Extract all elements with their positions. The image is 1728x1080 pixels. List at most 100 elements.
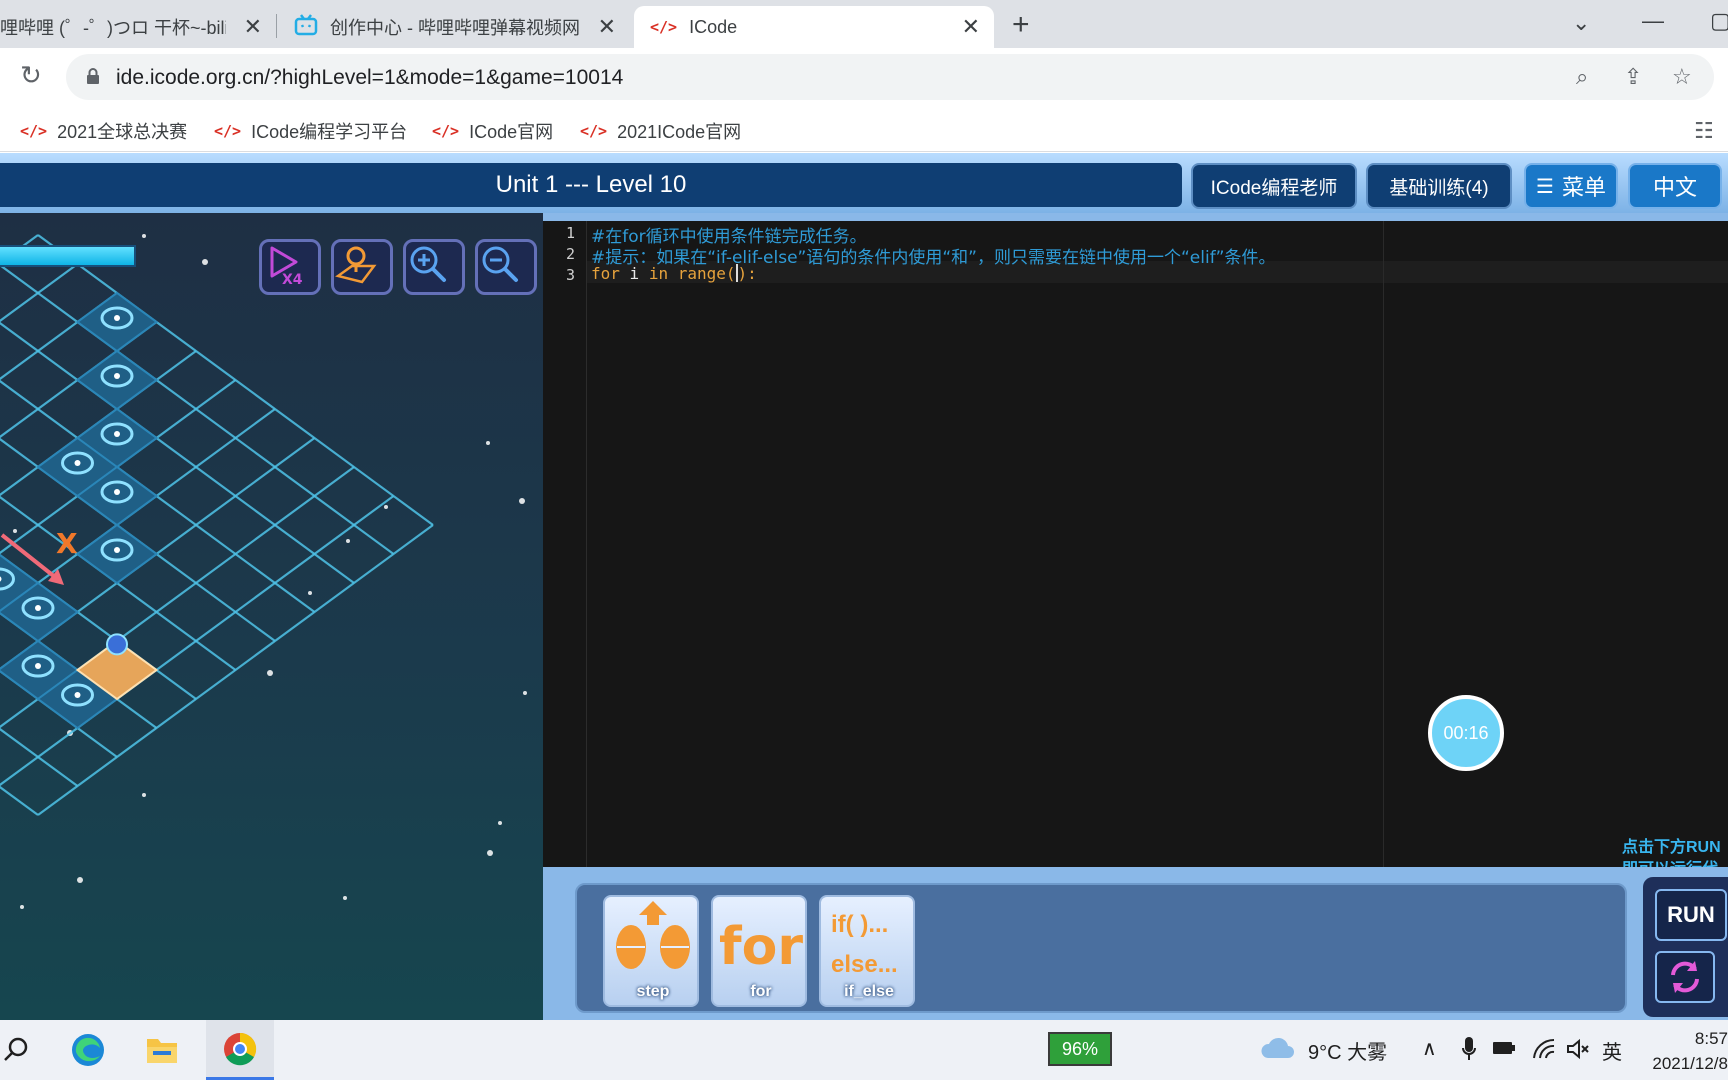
locate-button[interactable] xyxy=(331,239,393,295)
block-toolbar: step for for if( )... else... if_else RU… xyxy=(543,867,1728,1020)
language-button[interactable]: 中文 xyxy=(1628,163,1722,209)
tray-chevron-icon[interactable]: ∧ xyxy=(1422,1036,1437,1061)
menu-button[interactable]: ☰ 菜单 xyxy=(1524,163,1618,209)
star xyxy=(498,821,502,825)
block-label: for xyxy=(750,983,772,1000)
code-editor[interactable]: 1 2 3 #在for循环中使用条件链完成任务。 #提示：如果在“if-elif… xyxy=(543,221,1728,867)
reset-button[interactable] xyxy=(1655,951,1715,1003)
bookmark-label: 2021全球总决赛 xyxy=(57,122,188,142)
energy-tile xyxy=(75,349,159,411)
player-robot-icon xyxy=(106,633,128,656)
file-explorer-icon[interactable] xyxy=(142,1030,182,1070)
clock[interactable]: 8:57 2021/12/8 xyxy=(1636,1026,1728,1076)
run-button[interactable]: RUN xyxy=(1655,889,1727,941)
energy-core xyxy=(74,460,81,466)
level-title: Unit 1 --- Level 10 xyxy=(0,163,1182,207)
energy-core xyxy=(114,431,120,437)
ime-indicator[interactable]: 英 xyxy=(1602,1036,1622,1065)
zoom-out-button[interactable] xyxy=(475,239,537,295)
play-speed-icon: X4 xyxy=(270,246,303,286)
block-if-else[interactable]: if( )... else... if_else xyxy=(819,895,915,1007)
omnibox[interactable]: ide.icode.org.cn/?highLevel=1&mode=1&gam… xyxy=(66,54,1714,100)
star xyxy=(308,591,312,595)
share-icon[interactable]: ⇪ xyxy=(1624,64,1642,90)
tab-icode[interactable]: </> ICode ✕ xyxy=(634,6,994,48)
speed-button[interactable]: X4 xyxy=(259,239,321,295)
battery-icon[interactable] xyxy=(1492,1040,1516,1061)
menu-label: 菜单 xyxy=(1561,175,1606,200)
block-step[interactable]: step xyxy=(603,895,699,1007)
keyword: for xyxy=(591,264,620,283)
new-tab-plus-icon[interactable]: + xyxy=(1012,8,1030,42)
list-icon: ☰ xyxy=(1536,175,1554,198)
star xyxy=(142,234,146,238)
search-icon[interactable] xyxy=(0,1030,36,1070)
restore-icon[interactable]: ▢ xyxy=(1710,8,1728,34)
energy-tile xyxy=(75,523,159,585)
star xyxy=(77,877,83,883)
teacher-button[interactable]: ICode编程老师 xyxy=(1191,163,1357,209)
tab-search-chevron-icon[interactable]: ⌄ xyxy=(1572,10,1590,36)
keyword: in xyxy=(648,264,669,283)
energy-bar xyxy=(0,245,136,267)
close-tab-icon[interactable]: ✕ xyxy=(244,16,262,38)
minimize-icon[interactable]: — xyxy=(1642,8,1664,34)
bookmark-star-icon[interactable]: ☆ xyxy=(1672,64,1692,90)
training-button[interactable]: 基础训练(4) xyxy=(1366,163,1512,209)
close-tab-icon[interactable]: ✕ xyxy=(598,16,616,38)
energy-core xyxy=(114,315,120,321)
star xyxy=(13,529,17,533)
code-line[interactable]: for i in range(): xyxy=(591,264,757,283)
wifi-icon[interactable] xyxy=(1532,1038,1556,1065)
bookmark-item[interactable]: </> ICode编程学习平台 xyxy=(214,118,407,144)
zoom-icon[interactable]: ⌕ xyxy=(1576,64,1588,90)
run-hint-line: 点击下方RUN xyxy=(1622,839,1721,856)
address-bar: ↻ ide.icode.org.cn/?highLevel=1&mode=1&g… xyxy=(0,48,1728,110)
isometric-grid: X xyxy=(0,234,527,909)
weather-text[interactable]: 9°C 大雾 xyxy=(1308,1036,1387,1065)
tab-title: 哩哔哩 (゜-゜)つロ 干杯~-bilil xyxy=(0,18,226,38)
battery-indicator: 96% xyxy=(1048,1032,1112,1066)
line-number-gutter: 1 2 3 xyxy=(543,221,587,867)
star xyxy=(346,539,350,543)
line-number: 2 xyxy=(565,245,575,263)
close-tab-icon[interactable]: ✕ xyxy=(962,16,980,38)
edge-browser-icon[interactable] xyxy=(68,1030,108,1070)
block-for[interactable]: for for xyxy=(711,895,807,1007)
reading-list-icon[interactable]: ☷ xyxy=(1694,118,1714,144)
code-icon: </> xyxy=(20,122,48,140)
run-panel: RUN xyxy=(1643,877,1728,1017)
zoom-in-icon xyxy=(410,246,446,282)
bookmark-item[interactable]: </> ICode官网 xyxy=(432,118,553,144)
chrome-icon[interactable] xyxy=(206,1020,274,1080)
energy-core xyxy=(74,692,81,698)
line-number: 3 xyxy=(565,266,575,284)
weather-icon[interactable] xyxy=(1260,1036,1294,1065)
energy-core xyxy=(35,663,41,669)
clock-date: 2021/12/8 xyxy=(1652,1054,1728,1073)
volume-icon[interactable] xyxy=(1566,1038,1590,1065)
bookmark-item[interactable]: </> 2021全球总决赛 xyxy=(20,118,187,144)
tab-bilibili-creator[interactable]: 创作中心 - 哔哩哔哩弹幕视频网 ✕ xyxy=(278,6,630,48)
bookmark-item[interactable]: </> 2021ICode官网 xyxy=(580,118,741,144)
code-text: range( xyxy=(668,264,736,283)
star xyxy=(267,670,273,676)
star xyxy=(384,505,388,509)
code-icon: </> xyxy=(214,122,242,140)
bookmark-label: 2021ICode官网 xyxy=(617,122,742,142)
url-text[interactable]: ide.icode.org.cn/?highLevel=1&mode=1&gam… xyxy=(116,66,623,90)
zoom-in-button[interactable] xyxy=(403,239,465,295)
reload-icon[interactable]: ↻ xyxy=(20,60,42,91)
block-label: step xyxy=(636,983,670,1000)
energy-core xyxy=(114,373,120,379)
microphone-icon[interactable] xyxy=(1462,1036,1476,1067)
energy-core xyxy=(114,489,120,495)
bilibili-icon xyxy=(294,13,318,41)
timer-badge: 00:16 xyxy=(1428,695,1504,771)
energy-core xyxy=(114,547,120,553)
block-glyph-line: else... xyxy=(831,951,898,978)
code-icon: </> xyxy=(432,122,460,140)
tab-title: 创作中心 - 哔哩哔哩弹幕视频网 xyxy=(330,18,580,38)
tab-bilibili[interactable]: 哩哔哩 (゜-゜)つロ 干杯~-bilil ✕ xyxy=(0,6,276,48)
refresh-icon xyxy=(1671,961,1699,993)
